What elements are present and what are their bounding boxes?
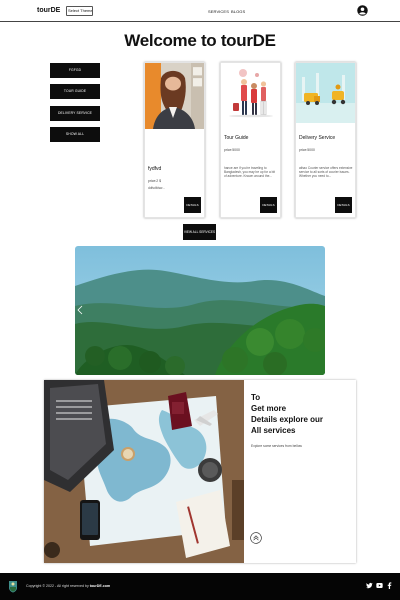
explore-heading-line: Get more — [251, 404, 287, 413]
hero-banner-image — [75, 246, 325, 375]
footer-logo-icon — [9, 581, 17, 593]
filter-button-delivery-service[interactable]: DELIVERY SERVICE — [50, 106, 100, 121]
theme-select-value: Select Theme — [68, 8, 93, 13]
footer: Copyright © 2022 - All right reserved by… — [0, 573, 400, 600]
chevron-left-icon[interactable] — [77, 305, 83, 315]
explore-section: To Get more Details explore our All serv… — [44, 380, 356, 563]
copyright-prefix: Copyright © 2022 - All right reserved by — [26, 584, 89, 588]
service-card-price: price:5000 — [299, 148, 315, 152]
scroll-up-icon[interactable] — [250, 532, 262, 544]
filter-button-show-all[interactable]: SHOW ALL — [50, 127, 100, 142]
service-card-price: price:2 $ — [148, 179, 162, 183]
explore-heading-line: Details explore our — [251, 415, 324, 424]
facebook-icon[interactable] — [386, 582, 393, 589]
explore-heading-line: All services — [251, 426, 296, 435]
explore-heading-line: To — [251, 393, 261, 402]
service-card-price: price:5000 — [224, 148, 240, 152]
twitter-icon[interactable] — [366, 582, 373, 589]
service-card-image — [145, 63, 204, 129]
card-details-button[interactable]: DETAILS — [184, 197, 201, 213]
top-navbar: tourDE Select Theme▾ SERVICES BLOGS — [0, 0, 400, 22]
service-card-image — [221, 63, 280, 129]
brand-logo[interactable]: tourDE — [37, 7, 60, 14]
nav-services-link[interactable]: SERVICES — [208, 9, 229, 14]
nav-blogs-link[interactable]: BLOGS — [231, 9, 245, 14]
explore-heading: To Get more Details explore our All serv… — [251, 392, 346, 436]
user-avatar-icon[interactable] — [357, 5, 368, 16]
copyright-brand[interactable]: tourDE.com — [90, 584, 110, 588]
card-details-button[interactable]: DETAILS — [260, 197, 277, 213]
youtube-icon[interactable] — [376, 582, 383, 589]
explore-subtext: Explore some services from bellow — [251, 444, 302, 448]
service-card: Tour Guide price:5000 hance are if you'r… — [220, 62, 281, 218]
service-card-title: Tour Guide — [224, 135, 249, 141]
filter-button-fgfgd[interactable]: FGFGD — [50, 63, 100, 78]
filter-button-tour-guide[interactable]: TOUR GUIDE — [50, 84, 100, 99]
theme-select[interactable]: Select Theme▾ — [66, 6, 93, 16]
service-card-title: fydfvd — [148, 166, 162, 172]
service-card-description: ddfsdfdsw... — [148, 186, 165, 190]
travel-map-image — [44, 380, 244, 563]
page: tourDE Select Theme▾ SERVICES BLOGS Welc… — [0, 0, 400, 600]
copyright-text: Copyright © 2022 - All right reserved by… — [26, 584, 110, 588]
service-card-description: hance are if you're traveling to Banglad… — [224, 166, 276, 179]
view-all-services-button[interactable]: VIEW ALL SERVICES — [183, 224, 216, 240]
service-card-title: Delivery Service — [299, 135, 336, 141]
page-title: Welcome to tourDE — [124, 31, 276, 50]
service-card-image — [296, 63, 355, 123]
service-card: fydfvd price:2 $ ddfsdfdsw... DETAILS — [144, 62, 205, 218]
service-card: Delivery Service price:5000 athao Courie… — [295, 62, 356, 218]
card-details-button[interactable]: DETAILS — [335, 197, 352, 213]
service-card-description: athao Courier service offers extensive s… — [299, 166, 353, 179]
